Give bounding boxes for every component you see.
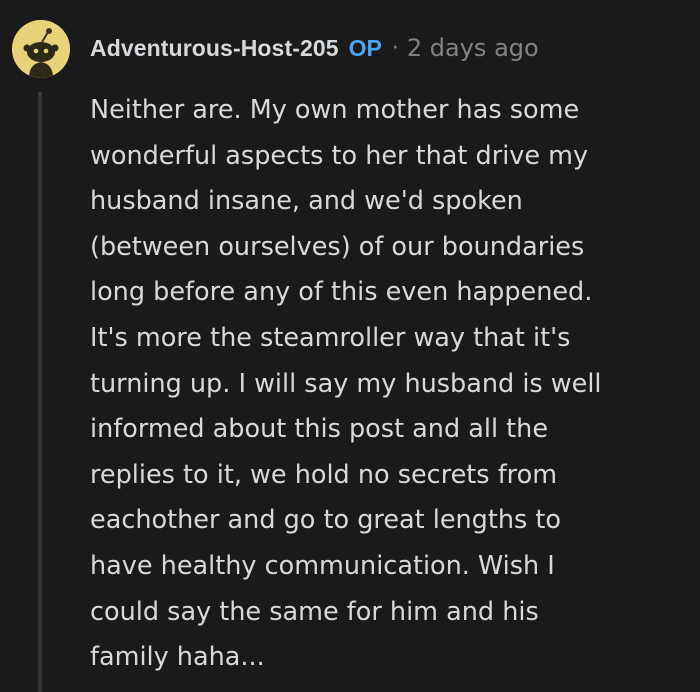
comment: Adventurous-Host-205 OP · 2 days ago Nei… xyxy=(0,0,700,692)
comment-timestamp[interactable]: 2 days ago xyxy=(407,34,539,62)
comment-body-line: could say the same for him and his xyxy=(90,596,539,627)
comment-body-line: turning up. I will say my husband is wel… xyxy=(90,368,602,399)
comment-body-line: (between ourselves) of our boundaries xyxy=(90,231,585,262)
user-avatar[interactable] xyxy=(12,20,70,78)
reddit-snoo-avatar-icon xyxy=(12,20,70,78)
comment-body-line: family haha... xyxy=(90,642,265,673)
comment-body-line: have healthy communication. Wish I xyxy=(90,550,555,581)
comment-body-line: long before any of this even happened. xyxy=(90,277,593,308)
comment-header: Adventurous-Host-205 OP · 2 days ago xyxy=(90,30,539,66)
comment-body-line: informed about this post and all the xyxy=(90,414,549,445)
thread-collapse-line[interactable] xyxy=(38,92,42,692)
username-link[interactable]: Adventurous-Host-205 xyxy=(90,35,339,62)
comment-body-line: It's more the steamroller way that it's xyxy=(90,322,571,353)
comment-body-line: replies to it, we hold no secrets from xyxy=(90,459,558,490)
op-badge: OP xyxy=(348,34,382,61)
comment-body-line: Neither are. My own mother has some xyxy=(90,95,580,125)
separator-dot: · xyxy=(391,35,399,61)
comment-body-line: wonderful aspects to her that drive my xyxy=(90,140,589,171)
comment-body: Neither are. My own mother has some wond… xyxy=(90,88,690,681)
comment-body-line: eachother and go to great lengths to xyxy=(90,505,562,536)
comment-body-line: husband insane, and we'd spoken xyxy=(90,186,523,217)
